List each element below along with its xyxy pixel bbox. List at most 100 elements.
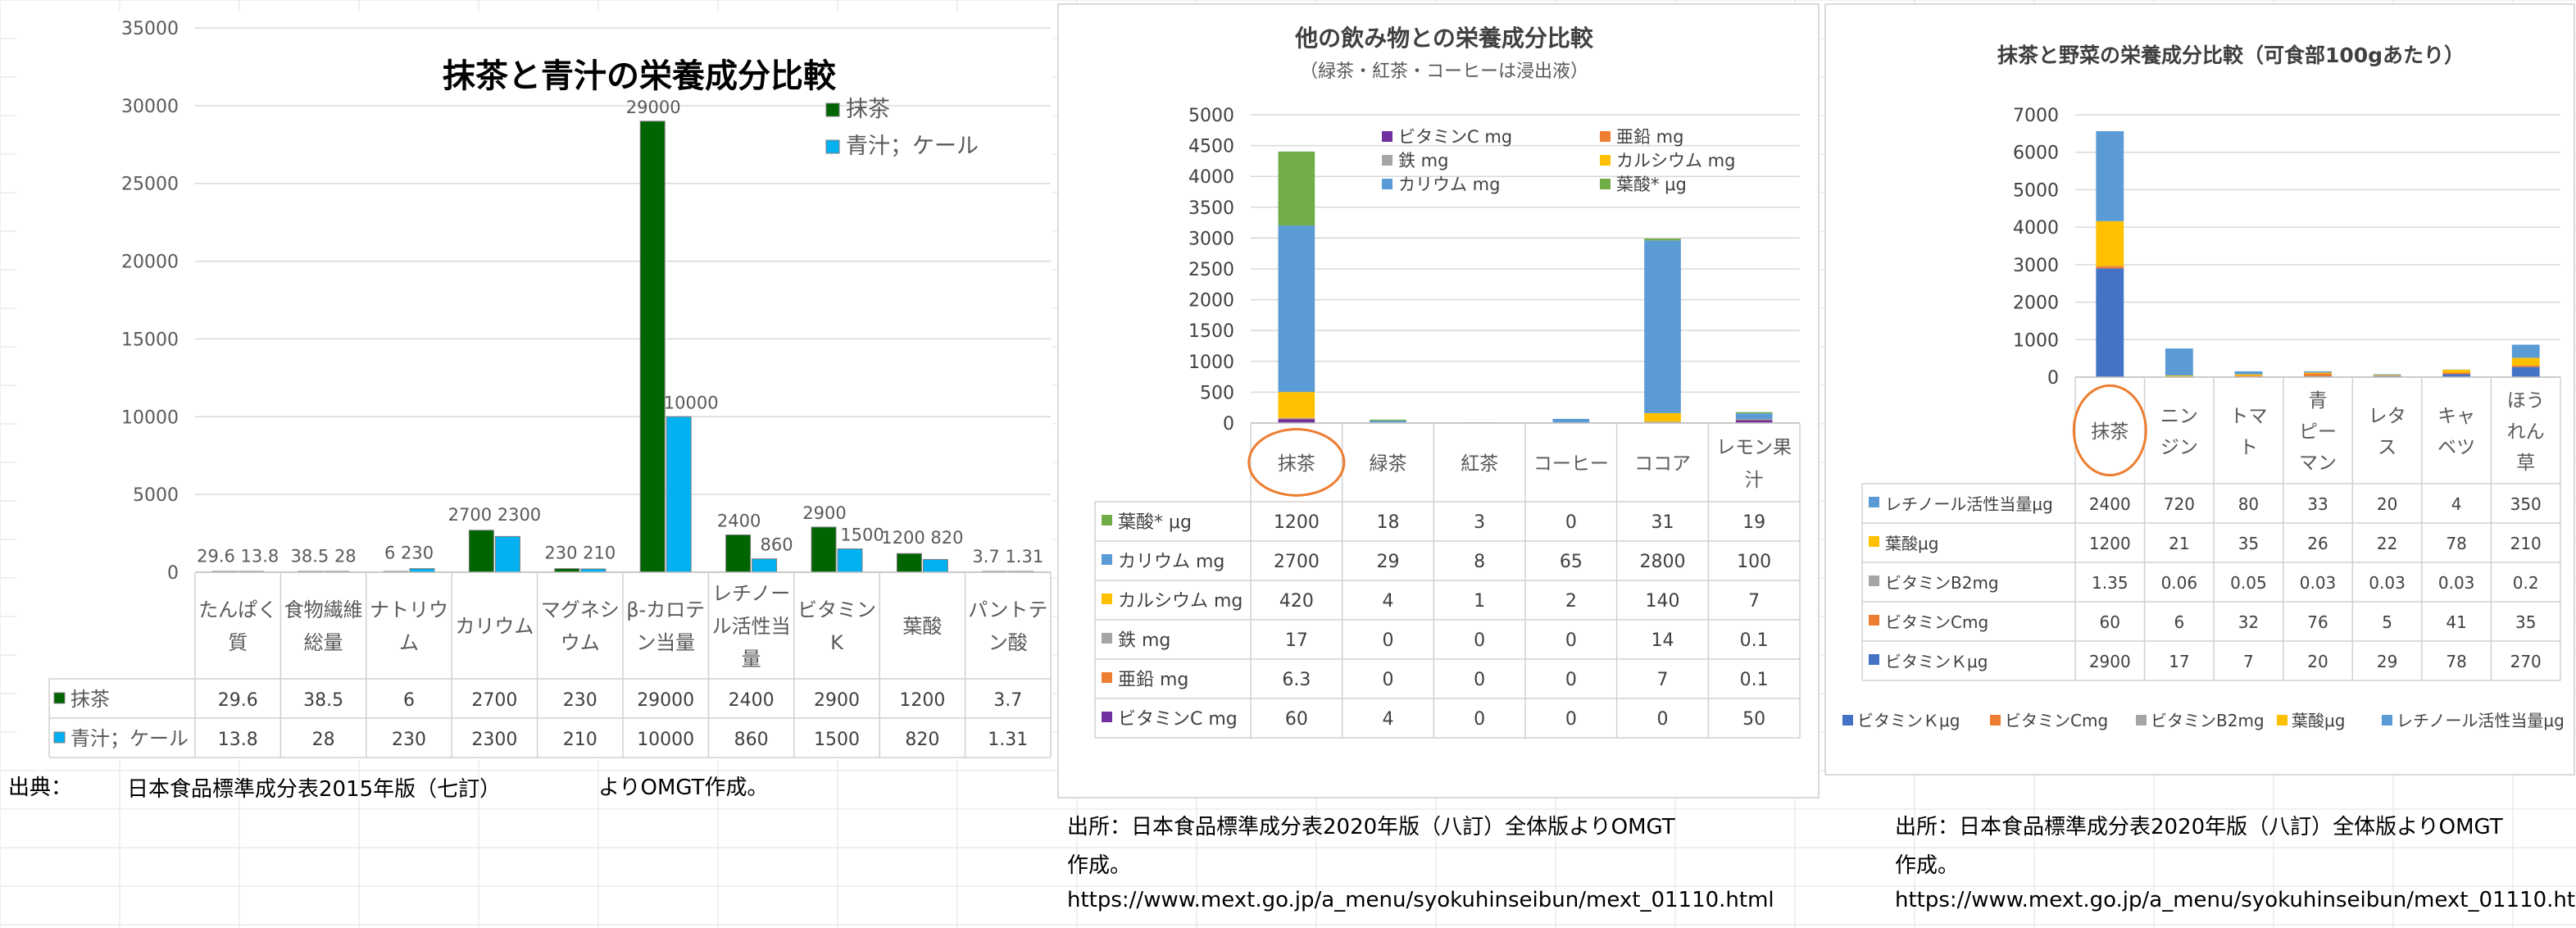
table-cell: 2700 (471, 690, 517, 711)
data-label: 1500 (840, 525, 884, 545)
stacked-segment (1735, 419, 1773, 421)
chart-other-drinks-svg: 他の飲み物との栄養成分比較（緑茶・紅茶・コーヒーは浸出液）05001000150… (1094, 25, 1801, 739)
y-tick-label: 0 (1223, 414, 1234, 434)
table-cell: 20 (2307, 652, 2328, 671)
legend-swatch (825, 139, 840, 154)
table-cell: 0.03 (2300, 573, 2337, 593)
chart-other-drinks[interactable]: 他の飲み物との栄養成分比較 （緑茶・紅茶・コーヒーは浸出液） 0 500 1000 150… (1057, 3, 1820, 798)
bar-aojiru (494, 535, 520, 573)
category-label: ナトリウ (370, 598, 448, 621)
y-tick-label: 3000 (2013, 256, 2059, 276)
table-cell: 32 (2238, 612, 2259, 632)
table-cell: 31 (1651, 512, 1674, 533)
data-label: 3.7 1.31 (972, 547, 1043, 566)
category-label: ウム (561, 631, 600, 654)
table-cell: 2900 (2089, 652, 2131, 671)
category-label: 抹茶 (2091, 421, 2128, 443)
legend-swatch (2382, 715, 2392, 726)
category-label: れん (2507, 421, 2545, 443)
table-cell: 2400 (2089, 494, 2131, 514)
legend-label: カルシウム mg (1616, 151, 1735, 171)
table-cell: 6 (403, 690, 415, 711)
category-label: ココア (1634, 453, 1691, 475)
chart-matcha-vs-vegetables[interactable]: 抹茶と野菜の栄養成分比較（可食部100gあたり） 0 1000 2000 3000 400… (1824, 3, 2575, 776)
category-label: 青 (2309, 390, 2328, 412)
table-cell: 1500 (814, 730, 860, 750)
legend-label: ビタミンＫμg (1857, 711, 1960, 730)
stacked-segment (2234, 374, 2263, 376)
legend-swatch (2277, 715, 2288, 726)
table-cell: 2 (1565, 591, 1577, 612)
table-series-name: 亜鉛 mg (1118, 670, 1188, 690)
table-cell: 6.3 (1282, 670, 1311, 690)
bar-matcha (811, 526, 837, 573)
table-cell: 0.06 (2161, 573, 2198, 593)
note3-url: https://www.mext.go.jp/a_menu/syokuhinse… (1895, 888, 2576, 912)
table-cell: 41 (2446, 612, 2466, 632)
chart-matcha-vs-vegetables-svg: 抹茶と野菜の栄養成分比較（可食部100gあたり） 0 1000 2000 3000 400… (1842, 43, 2565, 730)
table-cell: 0 (1565, 630, 1577, 651)
y-tick-label: 5000 (133, 485, 179, 506)
table-legend-key (1869, 575, 1879, 586)
table-cell: 7 (1657, 670, 1669, 690)
table-cell: 10000 (637, 730, 694, 750)
stacked-segment (2304, 372, 2332, 374)
table-legend-key (1869, 536, 1879, 547)
category-label: ル活性当 (712, 615, 791, 638)
table-cell: 17 (1285, 630, 1308, 651)
category-label: コーヒー (1533, 453, 1609, 475)
data-label: 1200 820 (881, 528, 963, 548)
table-cell: 38.5 (303, 690, 343, 711)
table-cell: 4 (2451, 494, 2462, 514)
stacked-segment (1278, 225, 1315, 393)
y-tick-label: 5000 (2013, 180, 2059, 201)
note3-line2: 作成。 (1895, 853, 1960, 878)
category-label: 食物繊維 (284, 598, 363, 621)
stacked-segment (2304, 373, 2332, 377)
table-cell: 7 (1748, 591, 1760, 612)
chart-title: 抹茶と野菜の栄養成分比較（可食部100gあたり） (1997, 43, 2465, 67)
legend-label: ビタミンCmg (2005, 711, 2108, 730)
table-cell: 35 (2238, 534, 2259, 553)
stacked-segment (2096, 131, 2124, 221)
category-label: ン酸 (988, 631, 1028, 654)
stacked-segment (1644, 412, 1681, 422)
table-cell: 0.2 (2513, 573, 2539, 593)
category-label: レチノー (712, 582, 790, 605)
category-label: トマ (2229, 406, 2267, 427)
category-label: レタ (2369, 406, 2406, 427)
legend-label: 抹茶 (846, 97, 890, 122)
table-cell: 0 (1657, 709, 1669, 730)
table-cell: 29.6 (218, 690, 258, 711)
table-cell: 720 (2164, 494, 2195, 514)
table-cell: 0 (1565, 670, 1577, 690)
y-tick-label: 10000 (121, 407, 179, 428)
table-cell: 18 (1377, 512, 1400, 533)
bar-matcha (896, 553, 922, 573)
table-legend-key (1869, 497, 1879, 507)
legend-label: 青汁；ケール (846, 134, 979, 159)
stacked-segment (2511, 366, 2540, 377)
y-tick-label: 2000 (1188, 291, 1234, 312)
table-cell: 820 (905, 730, 939, 750)
legend-label: ビタミンB2mg (2151, 711, 2265, 730)
data-label: 860 (761, 535, 793, 555)
table-cell: 0.1 (1740, 670, 1769, 690)
table-cell: 0 (1383, 670, 1394, 690)
table-cell: 210 (2510, 534, 2542, 553)
table-cell: 33 (2307, 494, 2328, 514)
stacked-segment (2304, 371, 2332, 373)
source-text: 日本食品標準成分表2015年版（七訂） (127, 777, 502, 802)
category-label: ピー (2299, 421, 2337, 443)
table-cell: 60 (2100, 612, 2120, 632)
data-label: 2400 (717, 511, 761, 530)
bar-aojiru (922, 558, 948, 573)
stacked-segment (2442, 369, 2471, 373)
table-cell: 19 (1742, 512, 1765, 533)
legend-swatch (2136, 715, 2147, 726)
chart-matcha-vs-aojiru[interactable]: 0 5000 10000 15000 20000 25000 30000 35000 抹茶と青汁… (16, 11, 1052, 759)
stacked-segment (1370, 421, 1406, 423)
y-tick-label: 20000 (121, 252, 179, 273)
stacked-segment (2442, 372, 2471, 375)
table-cell: 20 (2377, 494, 2397, 514)
